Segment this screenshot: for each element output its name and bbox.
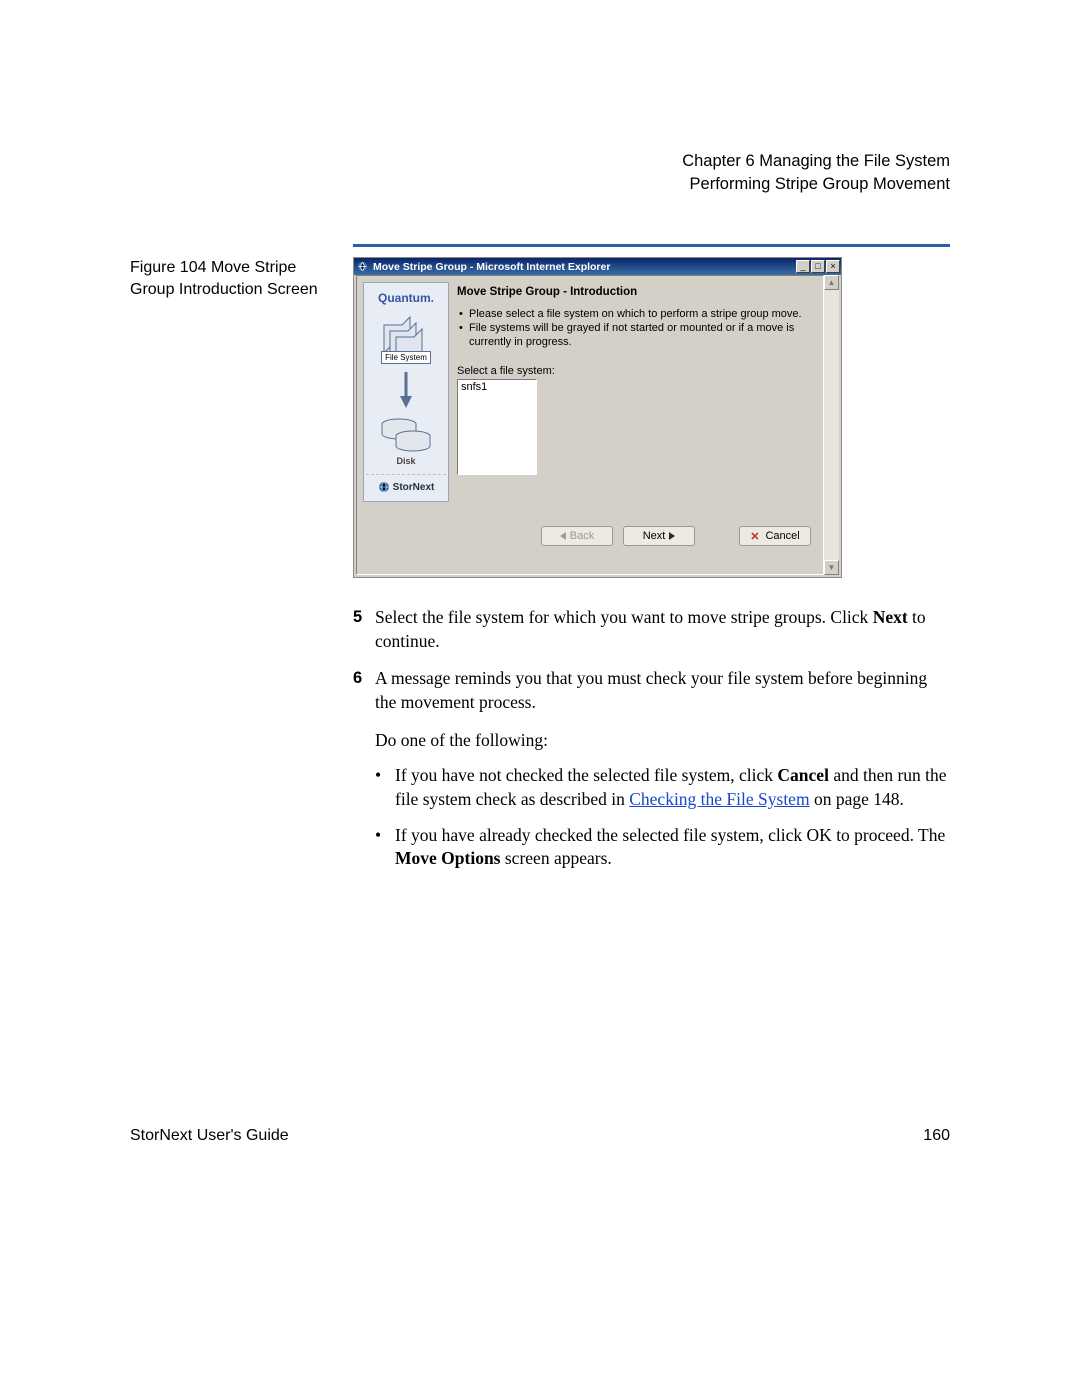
close-icon: ✕	[750, 530, 759, 543]
arrow-down-icon	[399, 370, 413, 410]
fs-label: File System	[381, 351, 431, 364]
wizard-button-row: Back Next ✕ Cancel	[363, 516, 817, 550]
next-button[interactable]: Next	[623, 526, 695, 546]
step-number-5: 5	[353, 606, 375, 653]
header-section: Performing Stripe Group Movement	[130, 173, 950, 196]
step-6-text: A message reminds you that you must chec…	[375, 667, 950, 714]
titlebar: Move Stripe Group - Microsoft Internet E…	[354, 258, 841, 275]
page-footer: StorNext User's Guide 160	[130, 1127, 950, 1145]
step-number-6: 6	[353, 667, 375, 714]
scrollbar[interactable]: ▲ ▼	[824, 275, 839, 575]
header-chapter: Chapter 6 Managing the File System	[130, 150, 950, 173]
page-number: 160	[923, 1127, 950, 1145]
product-name: StorNext	[393, 482, 435, 493]
back-button[interactable]: Back	[541, 526, 613, 546]
intro-title: Move Stripe Group - Introduction	[457, 286, 815, 298]
disk-label: Disk	[396, 456, 415, 466]
brand-logo: Quantum.	[378, 291, 434, 305]
chevron-left-icon	[560, 532, 566, 540]
wizard-content: Move Stripe Group - Introduction Please …	[455, 282, 817, 502]
figure-caption: Figure 104 Move Stripe Group Introductio…	[130, 257, 353, 300]
checking-fs-link[interactable]: Checking the File System	[629, 789, 809, 809]
figure-rule	[353, 244, 950, 247]
scroll-down-icon[interactable]: ▼	[824, 560, 839, 575]
minimize-button[interactable]: _	[796, 260, 810, 273]
intro-bullet-1: Please select a file system on which to …	[459, 308, 815, 322]
disk-icon	[371, 414, 441, 454]
maximize-button[interactable]: □	[811, 260, 825, 273]
wizard-sidebar: Quantum.	[363, 282, 449, 502]
screenshot-window: Move Stripe Group - Microsoft Internet E…	[353, 257, 842, 578]
footer-title: StorNext User's Guide	[130, 1127, 289, 1145]
close-button[interactable]: ×	[826, 260, 840, 273]
ie-logo-icon	[356, 260, 369, 273]
filesystem-listbox[interactable]: snfs1	[457, 379, 537, 475]
step-5-text: Select the file system for which you wan…	[375, 606, 950, 653]
cancel-button[interactable]: ✕ Cancel	[739, 526, 811, 546]
list-item[interactable]: snfs1	[461, 381, 533, 393]
scroll-up-icon[interactable]: ▲	[824, 275, 839, 290]
intro-bullet-2: File systems will be grayed if not start…	[459, 322, 815, 350]
chevron-right-icon	[669, 532, 675, 540]
body-text: 5 Select the file system for which you w…	[353, 606, 950, 871]
sub-bullet-1: If you have not checked the selected fil…	[375, 764, 950, 811]
window-controls: _ □ ×	[795, 260, 841, 273]
select-label: Select a file system:	[457, 365, 815, 377]
page-header: Chapter 6 Managing the File System Perfo…	[130, 150, 950, 196]
globe-icon	[378, 481, 390, 493]
sub-bullet-2: If you have already checked the selected…	[375, 824, 950, 871]
do-one-text: Do one of the following:	[375, 729, 950, 753]
window-title: Move Stripe Group - Microsoft Internet E…	[373, 261, 795, 273]
